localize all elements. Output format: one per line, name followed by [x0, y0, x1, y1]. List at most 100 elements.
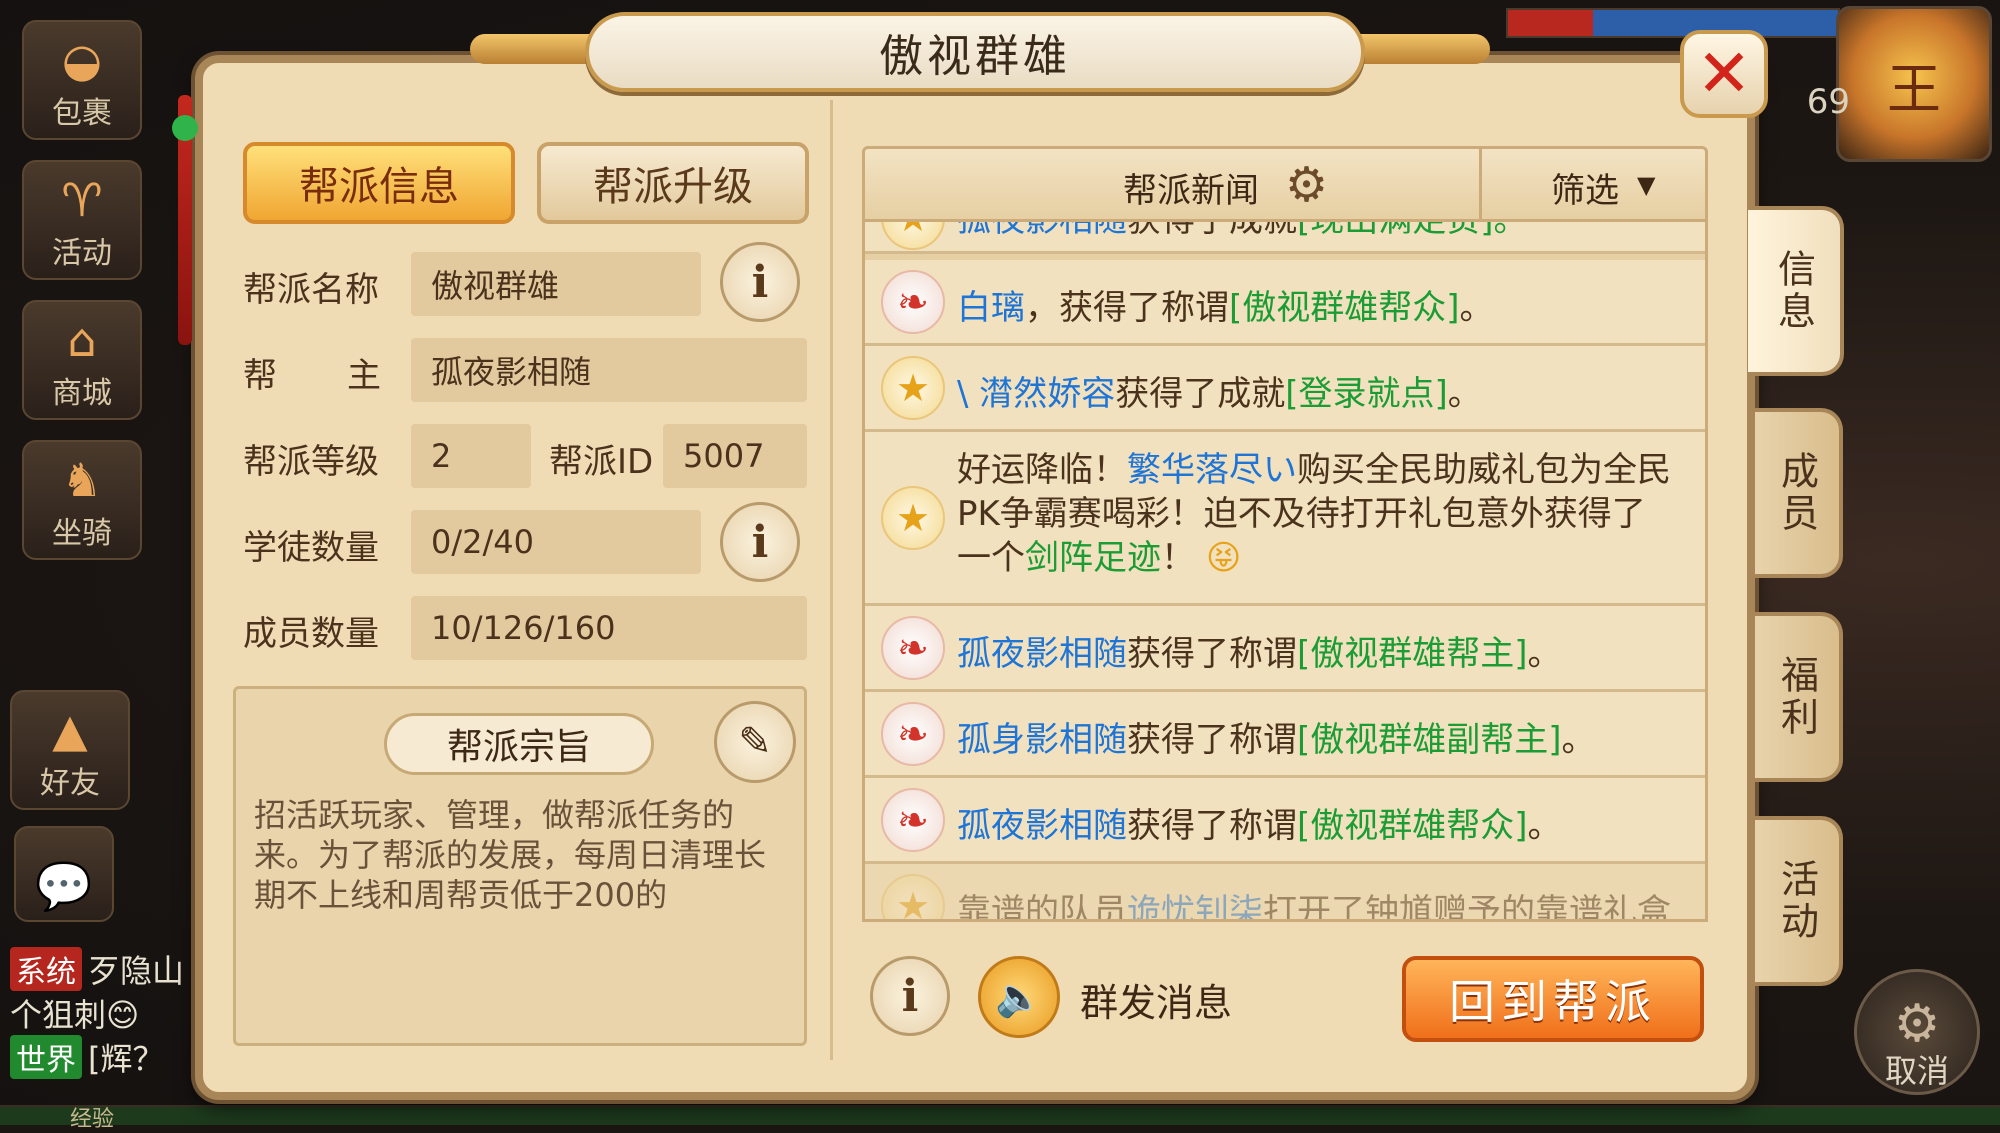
xp-label: 经验	[70, 1107, 115, 1132]
guild-motto-box: 帮派宗旨 ✎ 招活跃玩家、管理，做帮派任务的来。为了帮派的发展，每周日清理长期不…	[233, 686, 807, 1046]
news-text: 孤夜影相随获得了成就[现出满足贵]。	[957, 222, 1528, 241]
gear-icon: ⚙	[1893, 994, 1941, 1054]
news-title: 帮派新闻	[1123, 171, 1259, 211]
caret-down-icon[interactable]: ▼	[1637, 171, 1655, 199]
apprentice-info-button[interactable]: i	[720, 502, 800, 582]
shop-label: 商城	[52, 376, 112, 411]
chat-text: [辉？	[88, 1040, 165, 1078]
news-item-partial: ★ 靠谱的队员诡忧钊柒打开了钟馗赠予的靠谱礼盒	[865, 864, 1705, 922]
guild-id-value: 5007	[663, 424, 807, 488]
news-item: ❧ 孤夜影相随获得了称谓[傲视群雄帮主]。	[865, 606, 1705, 692]
news-item-partial: ★ 孤夜影相随获得了成就[现出满足贵]。	[865, 222, 1705, 254]
news-text: 靠谱的队员诡忧钊柒打开了钟馗赠予的靠谱礼盒	[957, 892, 1671, 922]
bag-label: 包裹	[52, 96, 112, 131]
motto-title: 帮派宗旨	[384, 713, 654, 775]
cancel-button[interactable]: ⚙ 取消	[1854, 969, 1980, 1095]
news-text: 孤夜影相随获得了称谓[傲视群雄帮主]。	[957, 634, 1562, 674]
mount-label: 坐骑	[52, 516, 112, 551]
news-item: ❧ 白璃，获得了称谓[傲视群雄帮众]。	[865, 260, 1705, 346]
guild-name-value: 傲视群雄	[411, 252, 701, 316]
guild-level-label: 帮派等级	[243, 442, 379, 482]
wing-icon: ❧	[881, 616, 945, 680]
leader-label-1: 帮	[243, 356, 277, 396]
bag-icon: ◒	[61, 33, 103, 87]
side-tab-members[interactable]: 成员	[1755, 408, 1843, 578]
leader-label-2: 主	[347, 356, 381, 396]
star-icon: ★	[881, 356, 945, 420]
chat-bubble-icon: 💬	[35, 859, 93, 913]
panel-divider	[830, 100, 833, 1060]
chat-line: 世界 [辉？	[10, 1034, 165, 1080]
chat-text: 歹隐山	[88, 952, 185, 990]
activity-button[interactable]: ♈ 活动	[22, 160, 142, 280]
news-item: ★ 好运降临！繁华落尽い购买全民助威礼包为全民PK争霸赛喝彩！迫不及待打开礼包意…	[865, 432, 1705, 606]
guild-name-info-button[interactable]: i	[720, 242, 800, 322]
brush-icon: ✎	[738, 719, 772, 765]
hp-mp-bar	[1506, 8, 1840, 38]
friends-label: 好友	[40, 766, 100, 801]
news-text: 白璃，获得了称谓[傲视群雄帮众]。	[957, 288, 1494, 328]
emoji-icon: 😝	[1205, 538, 1242, 578]
orb-decoration	[172, 115, 198, 141]
wing-icon: ❧	[881, 702, 945, 766]
tab-guild-info[interactable]: 帮派信息	[243, 142, 515, 224]
side-tab-info[interactable]: 信息	[1748, 206, 1844, 376]
tiger-icon: 王	[1887, 57, 1941, 121]
member-count-value: 10/126/160	[411, 596, 807, 660]
chat-line: 个狙刺😊	[10, 990, 139, 1036]
news-header: 帮派新闻 ⚙ 筛选 ▼	[862, 146, 1708, 222]
chat-tag-system: 系统	[10, 947, 82, 991]
bag-button[interactable]: ◒ 包裹	[22, 20, 142, 140]
star-icon: ★	[881, 874, 945, 919]
filter-dropdown[interactable]: 筛选	[1551, 163, 1619, 212]
guild-id-label: 帮派ID	[549, 442, 654, 482]
apprentice-value: 0/2/40	[411, 510, 701, 574]
info-icon: i	[751, 256, 769, 308]
edit-motto-button[interactable]: ✎	[714, 701, 796, 783]
star-icon: ★	[881, 486, 945, 550]
friends-button[interactable]: ▲ 好友	[10, 690, 130, 810]
chat-tag-world: 世界	[10, 1035, 82, 1079]
wing-icon: ❧	[881, 270, 945, 334]
return-to-guild-button[interactable]: 回到帮派	[1402, 956, 1704, 1042]
player-avatar[interactable]: 王	[1836, 6, 1992, 162]
side-tab-activity[interactable]: 活动	[1755, 816, 1843, 986]
broadcast-label[interactable]: 群发消息	[1080, 972, 1232, 1027]
news-text: \ 潸然娇容获得了成就[登录就点]。	[957, 374, 1482, 414]
close-icon: ✕	[1696, 35, 1752, 112]
title-banner: 傲视群雄	[585, 12, 1365, 92]
info-icon: i	[901, 970, 919, 1022]
player-level: 69	[1806, 82, 1850, 122]
chat-text: 个狙刺😊	[10, 996, 140, 1034]
guild-name-label: 帮派名称	[243, 270, 379, 310]
shop-icon: ⌂	[67, 313, 97, 367]
news-list[interactable]: ★ 孤夜影相随获得了成就[现出满足贵]。 ❧ 白璃，获得了称谓[傲视群雄帮众]。…	[862, 222, 1708, 922]
wizard-hat-icon: ▲	[52, 703, 88, 757]
left-hud: ◒ 包裹 ♈ 活动 ⌂ 商城 ♞ 坐骑 ▲ 好友 💬 系统 歹隐山 个狙刺😊 世界…	[0, 0, 190, 1125]
horn-icon: ♈	[61, 173, 103, 227]
news-item: ★ \ 潸然娇容获得了成就[登录就点]。	[865, 346, 1705, 432]
xp-bar: 经验	[0, 1105, 2000, 1132]
wing-icon: ❧	[881, 788, 945, 852]
side-tab-welfare[interactable]: 福利	[1755, 612, 1843, 782]
window-title: 傲视群雄	[879, 31, 1071, 82]
news-info-button[interactable]: i	[870, 956, 950, 1036]
chat-button[interactable]: 💬	[14, 826, 114, 922]
news-text: 孤身影相随获得了称谓[傲视群雄副帮主]。	[957, 720, 1596, 760]
mount-button[interactable]: ♞ 坐骑	[22, 440, 142, 560]
news-item: ❧ 孤身影相随获得了称谓[傲视群雄副帮主]。	[865, 692, 1705, 778]
news-text: 好运降临！繁华落尽い购买全民助威礼包为全民PK争霸赛喝彩！迫不及待打开礼包意外获…	[957, 450, 1671, 578]
speaker-icon: 🔈	[995, 974, 1043, 1019]
apprentice-label: 学徒数量	[243, 528, 379, 568]
close-button[interactable]: ✕	[1680, 30, 1768, 118]
guild-level-value: 2	[411, 424, 531, 488]
info-icon: i	[751, 516, 769, 568]
chat-line: 系统 歹隐山	[10, 946, 184, 992]
broadcast-button[interactable]: 🔈	[978, 956, 1060, 1038]
header-separator	[1479, 149, 1482, 219]
shop-button[interactable]: ⌂ 商城	[22, 300, 142, 420]
leader-value: 孤夜影相随	[411, 338, 807, 402]
news-settings-icon[interactable]: ⚙	[1285, 157, 1328, 213]
news-text: 孤夜影相随获得了称谓[傲视群雄帮众]。	[957, 806, 1562, 846]
tab-guild-upgrade[interactable]: 帮派升级	[537, 142, 809, 224]
